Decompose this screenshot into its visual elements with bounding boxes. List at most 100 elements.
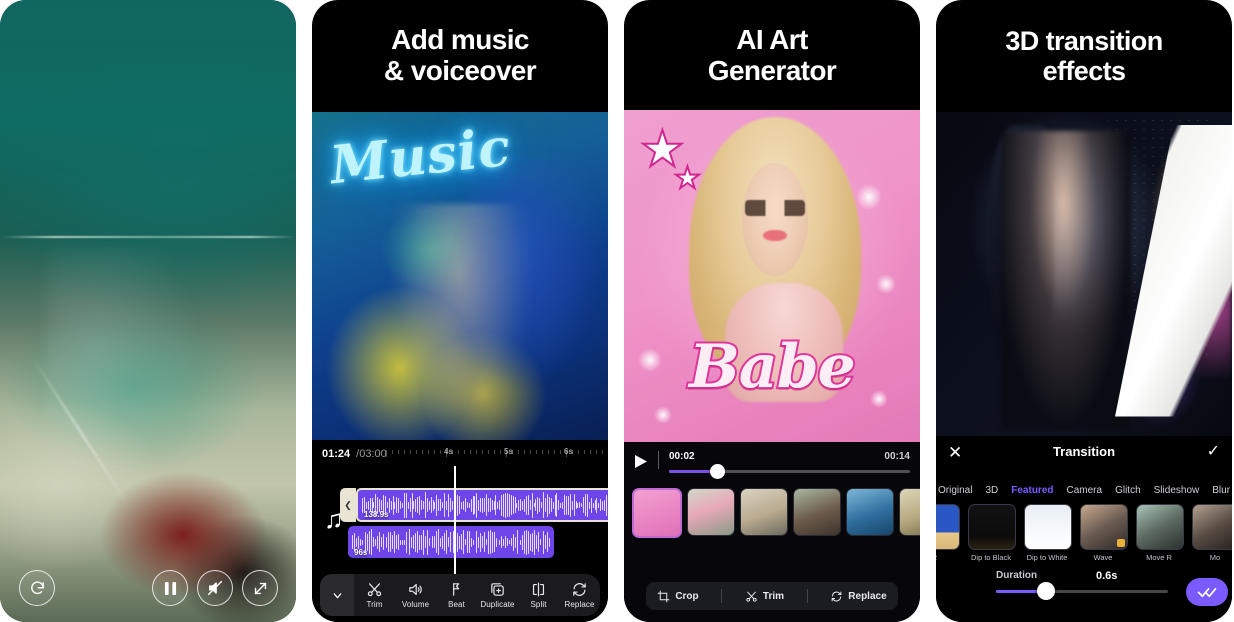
clip-left-handle[interactable]: ❮: [340, 488, 356, 522]
ai-art-frame: ★ ★ Babe: [624, 110, 920, 442]
filmstrip-thumb[interactable]: [632, 488, 682, 538]
rotate-icon[interactable]: [19, 570, 55, 606]
toolbar-item-volume[interactable]: Volume: [395, 581, 436, 609]
portrait-eyes: [745, 199, 805, 217]
sheet-title: Transition: [1052, 444, 1116, 459]
duration-knob[interactable]: [1037, 582, 1056, 600]
toolbar-label-replace: Replace: [564, 600, 595, 609]
music-toolbar: Trim Volume Beat Duplicate Split Replace: [320, 574, 600, 616]
transition-thumb: [1080, 504, 1128, 550]
caption-line-2: & voiceover: [383, 55, 537, 87]
progress-slider[interactable]: [669, 464, 910, 479]
filmstrip-thumb[interactable]: [846, 488, 894, 536]
transition-list[interactable]: 2 Dip to Black Dip to White Wave: [936, 504, 1232, 572]
ocean-video-frame: [0, 0, 296, 622]
transition-label: 2: [936, 553, 958, 562]
transition-label: Wave: [1093, 553, 1113, 562]
progress-knob[interactable]: [709, 464, 725, 479]
star-icon: ★: [673, 162, 702, 195]
mute-icon[interactable]: [197, 570, 233, 606]
timeline-total-time: /03:00: [356, 448, 387, 460]
clip-secondary-label: 96s: [354, 548, 368, 557]
chevron-down-icon[interactable]: [320, 574, 354, 616]
filmstrip-thumb[interactable]: [793, 488, 841, 536]
toolbar-item-replace[interactable]: Replace: [830, 590, 887, 603]
toolbar-item-crop[interactable]: Crop: [657, 590, 699, 603]
toolbar-label-split: Split: [530, 600, 547, 609]
filmstrip-thumb[interactable]: [687, 488, 735, 536]
toolbar-item-duplicate[interactable]: Duplicate: [477, 581, 518, 609]
tab-3d[interactable]: 3D: [985, 485, 998, 496]
panel-video-preview: [0, 0, 296, 622]
singer-figure: [388, 203, 532, 440]
filmstrip-thumb[interactable]: [899, 488, 920, 536]
caption-line-1: 3D transition: [1005, 26, 1163, 56]
transition-preview-frame: [936, 112, 1232, 436]
transition-label: Move R: [1146, 553, 1172, 562]
playhead[interactable]: [454, 466, 456, 574]
panel-add-music: Add music & voiceover Music 01:24 /03:00…: [312, 0, 608, 622]
toolbar-item-beat[interactable]: Beat: [436, 581, 477, 609]
caption-line-1: Add music: [391, 24, 529, 55]
music-editor: 01:24 /03:00 4s 5s 6s ♫ ❮ 138.9s 96s Tri…: [312, 440, 608, 622]
horizon-streak: [0, 236, 296, 238]
transition-item[interactable]: 2: [936, 504, 960, 572]
transition-thumb: [1192, 504, 1232, 550]
music-video-frame: Music: [312, 112, 608, 440]
panel-ai-art-generator: AI Art Generator ★ ★ Babe 00:02 00:14 Cr…: [624, 0, 920, 622]
transition-label: Dip to White: [1026, 553, 1068, 562]
toolbar-label-duplicate: Duplicate: [480, 600, 515, 609]
toolbar-label-volume: Volume: [401, 600, 430, 609]
filmstrip-thumb[interactable]: [740, 488, 788, 536]
duration-fill: [996, 590, 1041, 593]
transition-thumb: [1024, 504, 1072, 550]
duration-label: Duration: [996, 570, 1038, 581]
clip-primary-label: 138.9s: [364, 510, 389, 519]
tab-camera[interactable]: Camera: [1067, 485, 1103, 496]
clip-filmstrip[interactable]: [632, 488, 920, 538]
tab-featured[interactable]: Featured: [1011, 485, 1053, 496]
foam-highlight: [47, 248, 211, 498]
pause-icon[interactable]: [152, 570, 188, 606]
transition-item[interactable]: Wave: [1080, 504, 1128, 572]
toolbar-item-trim[interactable]: Trim: [354, 581, 395, 609]
transition-category-tabs[interactable]: Original 3D Featured Camera Glitch Slide…: [936, 482, 1232, 498]
audio-clip-primary[interactable]: 138.9s: [356, 488, 608, 522]
transition-thumb: [968, 504, 1016, 550]
audio-clip-secondary[interactable]: 96s: [348, 526, 554, 558]
lock-icon: [1117, 539, 1125, 547]
toolbar-label-trim: Trim: [366, 600, 383, 609]
transition-item[interactable]: Dip to Black: [968, 504, 1016, 572]
toolbar-item-replace[interactable]: Replace: [559, 581, 600, 609]
apply-all-button[interactable]: [1186, 578, 1228, 606]
toolbar-item-trim[interactable]: Trim: [745, 590, 784, 603]
divider: [806, 589, 808, 603]
timeline-ruler[interactable]: 4s 5s 6s: [386, 447, 604, 459]
caption-line-2: Generator: [707, 55, 837, 87]
tab-original[interactable]: Original: [938, 485, 972, 496]
transition-item[interactable]: Dip to White: [1024, 504, 1072, 572]
toolbar-label-replace: Replace: [848, 590, 887, 602]
timeline-current-time: 01:24: [322, 448, 351, 460]
transition-item[interactable]: Mo: [1192, 504, 1232, 572]
tab-blur[interactable]: Blur: [1212, 485, 1230, 496]
ai-art-toolbar: Crop Trim Replace: [646, 582, 898, 610]
transition-item[interactable]: Move R: [1136, 504, 1184, 572]
player-current-time: 00:02: [669, 451, 695, 462]
divider: [658, 451, 659, 469]
toolbar-label-crop: Crop: [675, 590, 699, 602]
transition-sheet: ✕ Transition ✓ Original 3D Featured Came…: [936, 436, 1232, 622]
toolbar-item-split[interactable]: Split: [518, 581, 559, 609]
caption-add-music: Add music & voiceover: [312, 24, 608, 87]
toolbar-label-beat: Beat: [448, 600, 465, 609]
duration-control[interactable]: Duration 0.6s: [996, 570, 1168, 604]
tab-slideshow[interactable]: Slideshow: [1154, 485, 1200, 496]
confirm-icon[interactable]: ✓: [1207, 444, 1220, 460]
expand-icon[interactable]: [242, 570, 278, 606]
tab-glitch[interactable]: Glitch: [1115, 485, 1141, 496]
sparkle-icon: [876, 274, 896, 294]
ai-art-title-text: Babe: [687, 330, 858, 404]
play-icon[interactable]: [634, 454, 648, 474]
toolbar-label-trim: Trim: [762, 590, 785, 602]
waveform-primary: [358, 490, 608, 520]
